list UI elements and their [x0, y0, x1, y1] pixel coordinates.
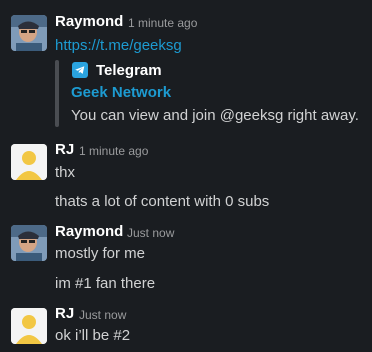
author-name[interactable]: RJ — [55, 305, 74, 322]
author-name[interactable]: Raymond — [55, 223, 123, 240]
unfurl-description: You can view and join @geeksg right away… — [71, 107, 359, 124]
timestamp[interactable]: 1 minute ago — [128, 16, 197, 30]
unfurl-service: Telegram — [96, 62, 162, 79]
telegram-icon — [72, 62, 88, 78]
message-text: mostly for me — [55, 245, 146, 262]
timestamp[interactable]: Just now — [79, 308, 126, 322]
unfurl-title-link[interactable]: Geek Network — [71, 84, 171, 101]
message-link[interactable]: https://t.me/geeksg — [55, 37, 182, 54]
avatar-rj[interactable] — [11, 144, 47, 180]
avatar-rj[interactable] — [11, 308, 47, 344]
avatar-raymond[interactable] — [11, 225, 47, 261]
message-text: im #1 fan there — [55, 275, 156, 292]
message-text: thats a lot of content with 0 subs — [55, 193, 270, 210]
timestamp[interactable]: Just now — [127, 226, 174, 240]
author-name[interactable]: Raymond — [55, 13, 123, 30]
unfurl-bar — [55, 60, 59, 127]
message-text: ok i’ll be #2 — [55, 327, 131, 344]
avatar-raymond[interactable] — [11, 15, 47, 51]
author-name[interactable]: RJ — [55, 141, 74, 158]
timestamp[interactable]: 1 minute ago — [79, 144, 148, 158]
message-text: thx — [55, 164, 76, 181]
